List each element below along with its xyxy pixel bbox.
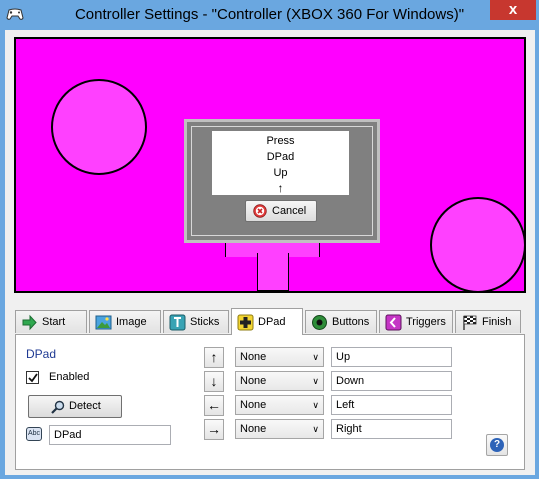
- chevron-down-icon: ∨: [312, 400, 319, 410]
- help-button[interactable]: ?: [486, 434, 508, 456]
- right-name-field[interactable]: Right: [331, 419, 452, 439]
- tab-finish-label: Finish: [482, 316, 512, 328]
- tab-sticks[interactable]: Sticks: [163, 310, 229, 333]
- tab-image[interactable]: Image: [89, 310, 161, 333]
- dialog-frame: Press DPad Up ↑ Cancel: [191, 126, 373, 236]
- tab-triggers[interactable]: Triggers: [379, 310, 453, 333]
- client-area: Press DPad Up ↑ Cancel Start Image Stick…: [5, 30, 535, 475]
- tab-finish[interactable]: Finish: [455, 310, 521, 333]
- text-field-icon: Abc: [26, 427, 42, 441]
- prompt-line-direction: Up: [273, 167, 288, 179]
- chevron-down-icon: ∨: [312, 424, 319, 434]
- up-arrow-button[interactable]: ↑: [204, 347, 224, 368]
- right-mapping-select[interactable]: None ∨: [235, 419, 324, 439]
- chevron-down-icon: ∨: [312, 352, 319, 362]
- help-icon: ?: [490, 438, 504, 452]
- cancel-label: Cancel: [272, 205, 307, 217]
- down-mapping-value: None: [240, 375, 267, 387]
- down-name-field[interactable]: Down: [331, 371, 452, 391]
- tab-buttons[interactable]: Buttons: [305, 310, 377, 333]
- right-mapping-value: None: [240, 423, 267, 435]
- checkmark-icon: [28, 373, 38, 383]
- tab-buttons-label: Buttons: [332, 316, 370, 328]
- checkered-flag-icon: [463, 315, 477, 330]
- tab-triggers-label: Triggers: [406, 316, 446, 328]
- prompt-box: Press DPad Up ↑: [212, 131, 349, 195]
- press-prompt-dialog: Press DPad Up ↑ Cancel: [184, 119, 380, 243]
- right-stick: [430, 197, 526, 293]
- dpad-icon: [237, 314, 254, 331]
- trigger-icon: [385, 314, 402, 331]
- section-title: DPad: [26, 347, 57, 361]
- enabled-label: Enabled: [49, 371, 90, 383]
- left-stick: [51, 79, 147, 175]
- left-mapping-value: None: [240, 399, 267, 411]
- dpad-shape-vertical: [257, 253, 289, 291]
- cancel-icon: [253, 204, 267, 218]
- up-mapping-select[interactable]: None ∨: [235, 347, 324, 367]
- tab-sticks-label: Sticks: [190, 316, 220, 328]
- tab-image-label: Image: [116, 316, 147, 328]
- button-icon: [312, 315, 327, 330]
- stick-icon: [169, 314, 186, 331]
- left-mapping-select[interactable]: None ∨: [235, 395, 324, 415]
- down-mapping-select[interactable]: None ∨: [235, 371, 324, 391]
- down-arrow-button[interactable]: ↓: [204, 371, 224, 392]
- dpad-name-field[interactable]: DPad: [49, 425, 171, 445]
- left-arrow-button[interactable]: ←: [204, 395, 224, 416]
- dpad-settings-panel: DPad Enabled Detect Abc DPad ↑ None ∨ Up …: [15, 334, 525, 470]
- left-name-field[interactable]: Left: [331, 395, 452, 415]
- tab-strip: Start Image Sticks DPad Buttons Triggers: [15, 308, 525, 335]
- up-arrow-icon: ↑: [277, 181, 284, 195]
- prompt-line-press: Press: [266, 135, 295, 147]
- detect-button[interactable]: Detect: [28, 395, 122, 418]
- right-arrow-button[interactable]: →: [204, 419, 224, 440]
- prompt-line-control: DPad: [266, 151, 295, 163]
- title-bar[interactable]: Controller Settings - "Controller (XBOX …: [0, 0, 539, 30]
- enabled-checkbox[interactable]: [26, 371, 39, 384]
- chevron-down-icon: ∨: [312, 376, 319, 386]
- up-mapping-value: None: [240, 351, 267, 363]
- tab-start[interactable]: Start: [15, 310, 87, 333]
- up-name-field[interactable]: Up: [331, 347, 452, 367]
- green-arrow-icon: [22, 314, 37, 331]
- controller-settings-window: Controller Settings - "Controller (XBOX …: [0, 0, 539, 479]
- tab-dpad-label: DPad: [258, 316, 286, 328]
- close-button[interactable]: x: [490, 0, 536, 20]
- magnifier-icon: [51, 400, 65, 414]
- image-icon: [95, 315, 112, 330]
- detect-label: Detect: [69, 400, 101, 412]
- controller-preview: Press DPad Up ↑ Cancel: [14, 37, 526, 293]
- tab-dpad[interactable]: DPad: [231, 308, 303, 335]
- window-title: Controller Settings - "Controller (XBOX …: [74, 6, 465, 23]
- cancel-button[interactable]: Cancel: [245, 200, 317, 222]
- tab-start-label: Start: [42, 316, 66, 328]
